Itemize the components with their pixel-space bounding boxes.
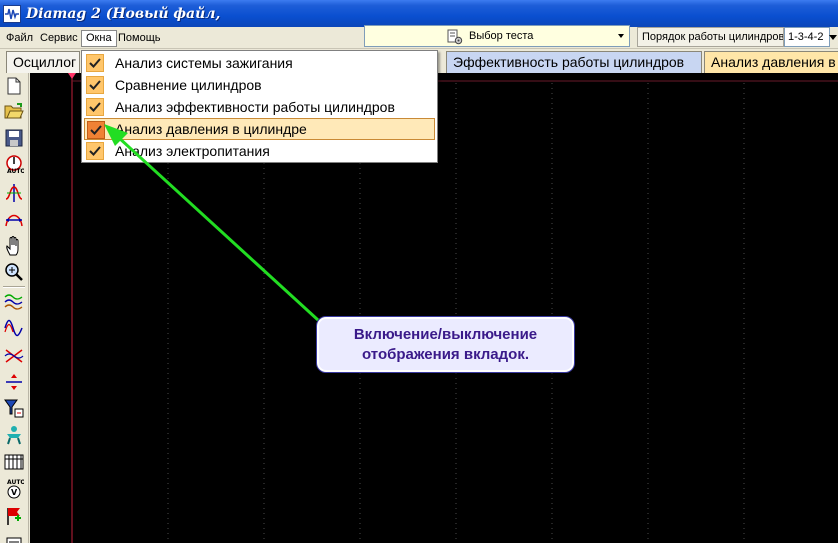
callout-line-2: отображения вкладок. — [362, 345, 529, 363]
menu-item-ignition-analysis[interactable]: Анализ системы зажигания — [84, 52, 435, 74]
new-file-icon[interactable] — [3, 75, 25, 97]
menu-item-label: Анализ давления в цилиндре — [115, 121, 307, 137]
menu-item-power-supply[interactable]: Анализ электропитания — [84, 140, 435, 162]
tab-cylinder-pressure[interactable]: Анализ давления в — [704, 51, 838, 73]
open-folder-icon[interactable] — [3, 100, 25, 122]
cross-wave-icon[interactable] — [3, 345, 25, 367]
checkmark-icon — [87, 121, 105, 139]
windows-menu-dropdown: Анализ системы зажигания Сравнение цилин… — [81, 50, 438, 163]
checkmark-icon — [86, 54, 104, 72]
zoom-icon[interactable] — [3, 261, 25, 283]
save-disk-icon[interactable] — [3, 127, 25, 149]
filter-icon[interactable] — [3, 397, 25, 419]
app-waveform-icon — [3, 4, 21, 23]
cylinder-order-input[interactable]: 1-3-4-2 — [784, 27, 830, 47]
cylinder-order-label: Порядок работы цилиндров — [637, 27, 784, 47]
chevron-down-icon[interactable] — [828, 30, 838, 44]
cursor-measure-icon[interactable] — [3, 209, 25, 231]
flag-icon[interactable] — [3, 505, 25, 527]
left-toolbar: AUTO AUTO V — [0, 73, 29, 543]
callout-line-1: Включение/выключение — [353, 325, 538, 343]
checkmark-icon — [86, 98, 104, 116]
sine-wave-icon[interactable] — [3, 317, 25, 339]
hand-pan-icon[interactable] — [3, 235, 25, 257]
checkmark-icon — [86, 76, 104, 94]
svg-text:AUTO: AUTO — [7, 168, 24, 174]
menu-item-label: Сравнение цилиндров — [115, 77, 262, 93]
menu-item-cylinder-efficiency[interactable]: Анализ эффективности работы цилиндров — [84, 96, 435, 118]
menu-windows[interactable]: Окна — [81, 30, 117, 47]
stack-icon[interactable] — [3, 531, 25, 543]
sync-icon[interactable] — [3, 182, 25, 204]
toolbar-separator — [3, 286, 25, 288]
svg-text:AUTO: AUTO — [7, 479, 24, 486]
tab-cylinder-efficiency[interactable]: Эффективность работы цилиндров — [446, 51, 702, 73]
menu-item-cylinder-comparison[interactable]: Сравнение цилиндров — [84, 74, 435, 96]
table-grid-icon[interactable] — [3, 451, 25, 473]
cursor-marker-icon[interactable] — [68, 73, 76, 79]
checkmark-icon — [86, 142, 104, 160]
title-bar: Diamag 2 (Новый файл, — [0, 0, 838, 27]
annotation-callout: Включение/выключение отображения вкладок… — [316, 316, 575, 373]
menu-item-label: Анализ электропитания — [115, 143, 270, 159]
menu-service[interactable]: Сервис — [36, 30, 82, 47]
svg-text:V: V — [11, 488, 18, 497]
menu-help[interactable]: Помощь — [114, 30, 165, 47]
menu-item-cylinder-pressure[interactable]: Анализ давления в цилиндре — [84, 118, 435, 140]
tab-oscillograph[interactable]: Осциллог — [6, 51, 80, 73]
level-icon[interactable] — [3, 371, 25, 393]
menu-file[interactable]: Файл — [2, 30, 37, 47]
window-title: Diamag 2 (Новый файл, — [26, 5, 221, 22]
person-channel-icon[interactable] — [3, 424, 25, 446]
auto-trigger-icon[interactable]: AUTO — [3, 153, 25, 175]
menu-item-label: Анализ эффективности работы цилиндров — [115, 99, 395, 115]
auto-volume-icon[interactable]: AUTO V — [3, 477, 25, 499]
waves-icon[interactable] — [3, 291, 25, 313]
test-select-value: Выбор теста — [469, 30, 534, 42]
gear-test-icon — [447, 29, 463, 45]
menu-item-label: Анализ системы зажигания — [115, 55, 293, 71]
test-select-dropdown[interactable]: Выбор теста — [364, 25, 630, 47]
chevron-down-icon — [618, 34, 624, 38]
